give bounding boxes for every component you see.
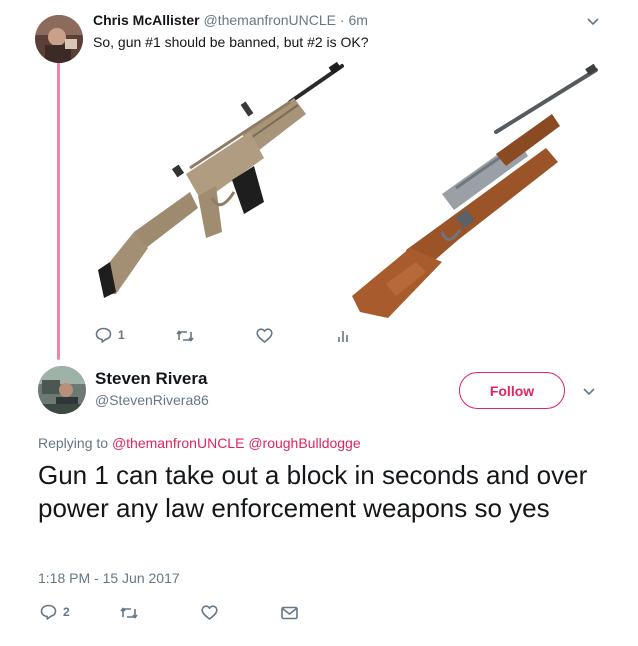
reply-count: 1 [118,328,125,342]
ranch-rifle-icon [352,63,598,318]
author-handle[interactable]: @themanfronUNCLE [203,12,336,28]
like-button[interactable] [256,328,273,343]
author-name[interactable]: Steven Rivera [95,369,207,389]
avatar-photo [35,15,83,63]
avatar[interactable] [38,366,86,414]
like-button[interactable] [201,605,218,620]
analytics-button[interactable] [337,329,349,343]
message-button[interactable] [281,606,298,620]
heart-icon [201,605,218,620]
retweet-icon [120,607,138,619]
separator-dot: · [339,12,345,28]
retweet-button[interactable] [120,606,138,620]
reply-count: 2 [63,605,70,619]
mention-link[interactable]: @roughBulldogge [248,435,360,451]
retweet-icon [176,330,194,342]
mention-link[interactable]: @themanfronUNCLE [112,435,245,451]
thread-line [57,60,60,360]
avatar-photo [38,366,86,414]
reply-icon [40,604,57,620]
heart-icon [256,328,273,343]
tweet-text: Gun 1 can take out a block in seconds an… [38,460,588,523]
chevron-down-icon[interactable] [582,387,596,397]
replying-to-label: Replying to [38,435,109,451]
tweet-time[interactable]: 6m [348,12,367,28]
avatar[interactable] [35,15,83,63]
author-handle[interactable]: @StevenRivera86 [95,392,209,408]
tweet-timestamp[interactable]: 1:18 PM - 15 Jun 2017 [38,570,180,586]
chevron-down-icon[interactable] [586,17,600,27]
reply-icon [95,327,112,343]
reply-button[interactable]: 1 [95,327,125,343]
tweet-image-1[interactable] [94,61,344,320]
analytics-icon [338,331,348,342]
author-name[interactable]: Chris McAllister [93,12,200,28]
tweet-text: So, gun #1 should be banned, but #2 is O… [93,34,369,50]
retweet-button[interactable] [176,329,194,343]
tactical-rifle-icon [98,61,344,298]
tweet-image-2[interactable] [346,62,601,322]
reply-button[interactable]: 2 [40,604,70,620]
envelope-icon [281,606,298,620]
replying-to: Replying to @themanfronUNCLE @roughBulld… [38,435,361,451]
follow-button[interactable]: Follow [459,372,565,409]
tweet-header: Chris McAllister @themanfronUNCLE · 6m [93,12,368,28]
